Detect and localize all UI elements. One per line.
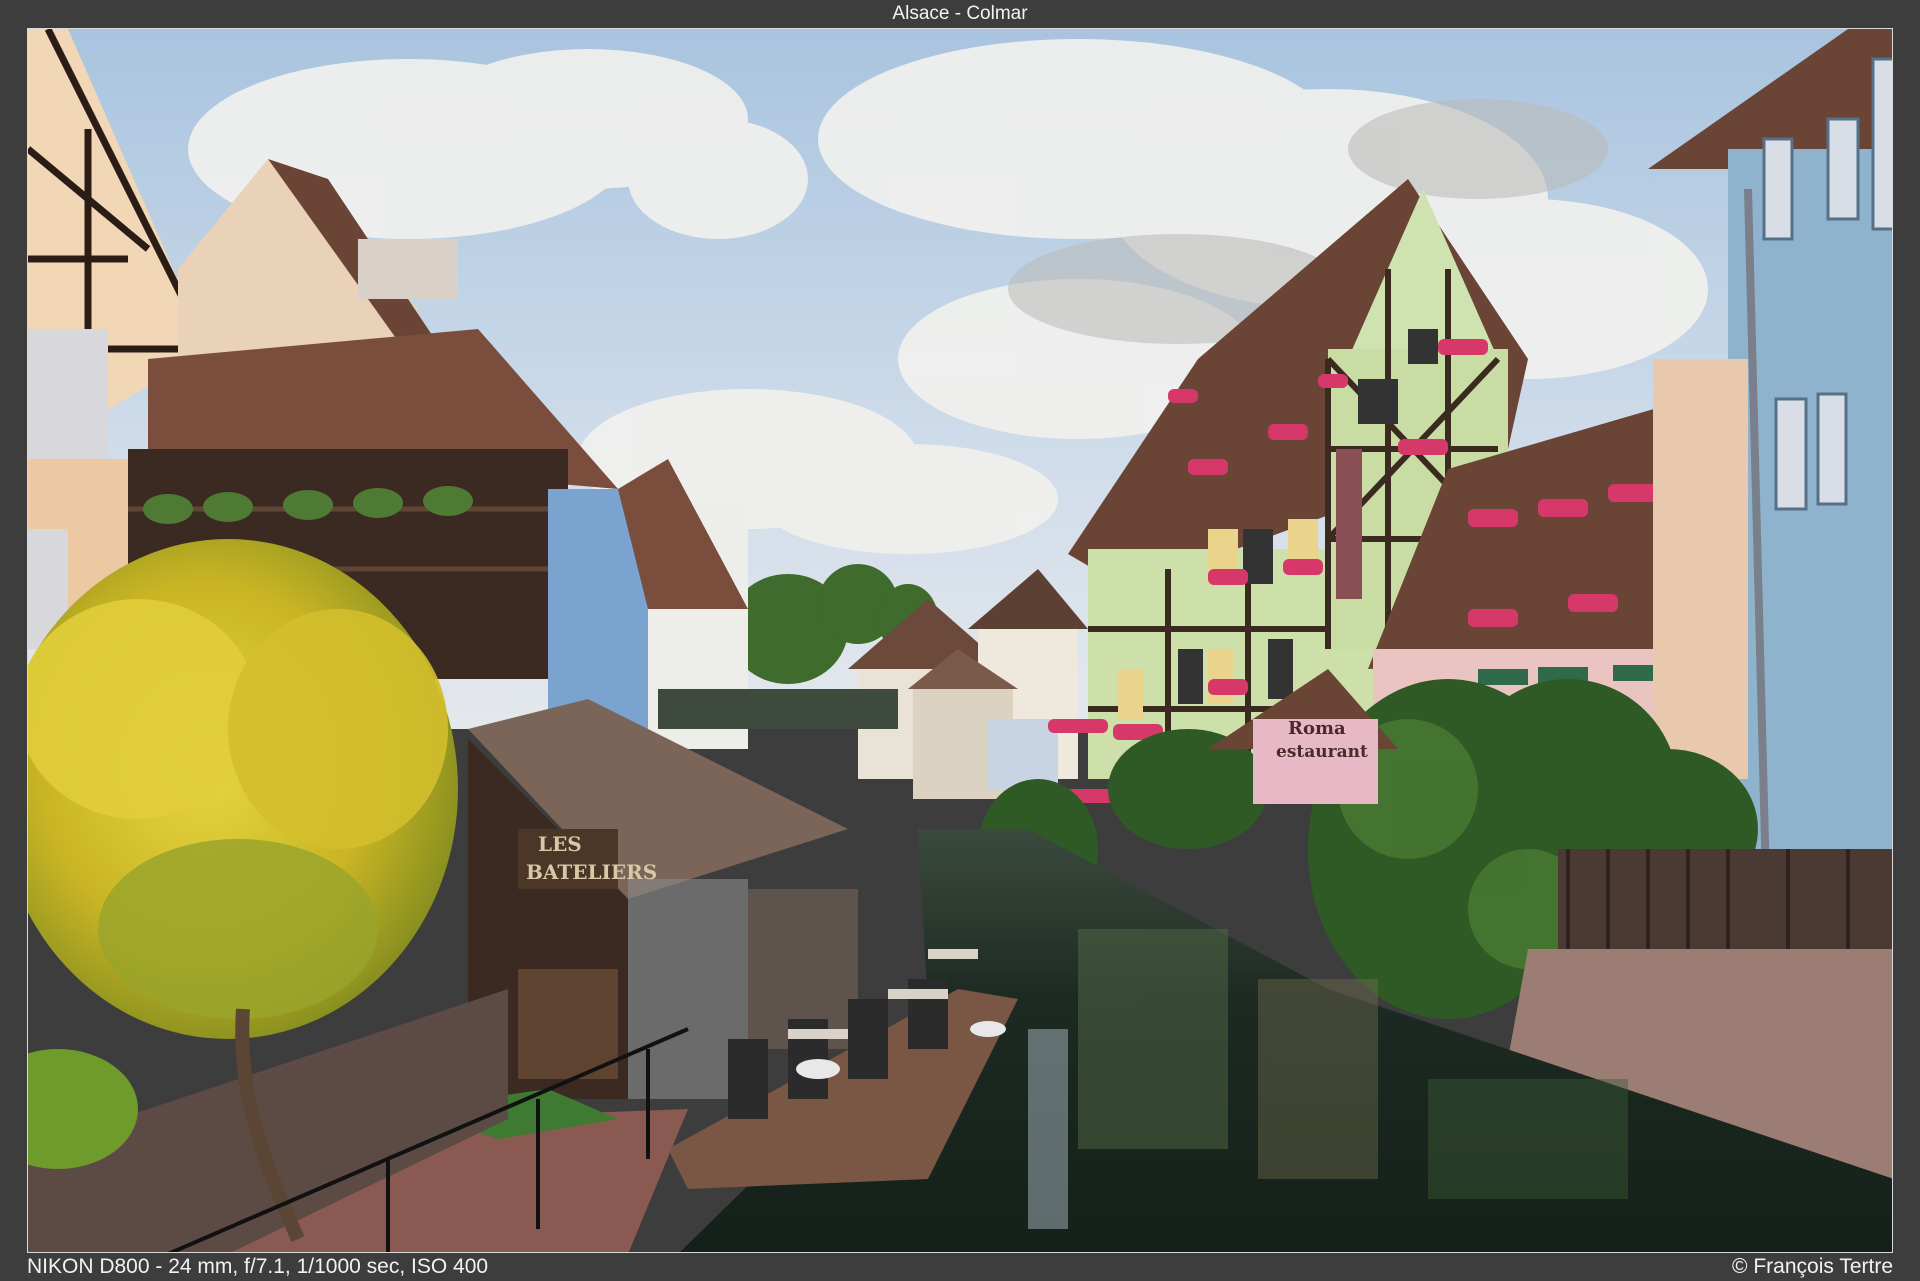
colmar-canal-scene: Roma estaurant LES BATELIERS [28,29,1892,1252]
copyright-notice: © François Tertre [1732,1255,1893,1278]
restaurant-sign-line1: Roma [1288,718,1346,739]
photo-canvas: Roma estaurant LES BATELIERS [27,28,1893,1253]
photo-viewer: Alsace - Colmar Roma estaurant LES BATEL… [0,0,1920,1281]
camera-info: NIKON D800 - 24 mm, f/7.1, 1/1000 sec, I… [27,1255,489,1278]
restaurant-sign-line2: estaurant [1276,742,1368,762]
bateliers-sign-line1: LES [538,832,582,856]
bateliers-sign-line2: BATELIERS [526,860,657,884]
photo-title: Alsace - Colmar [892,3,1028,24]
